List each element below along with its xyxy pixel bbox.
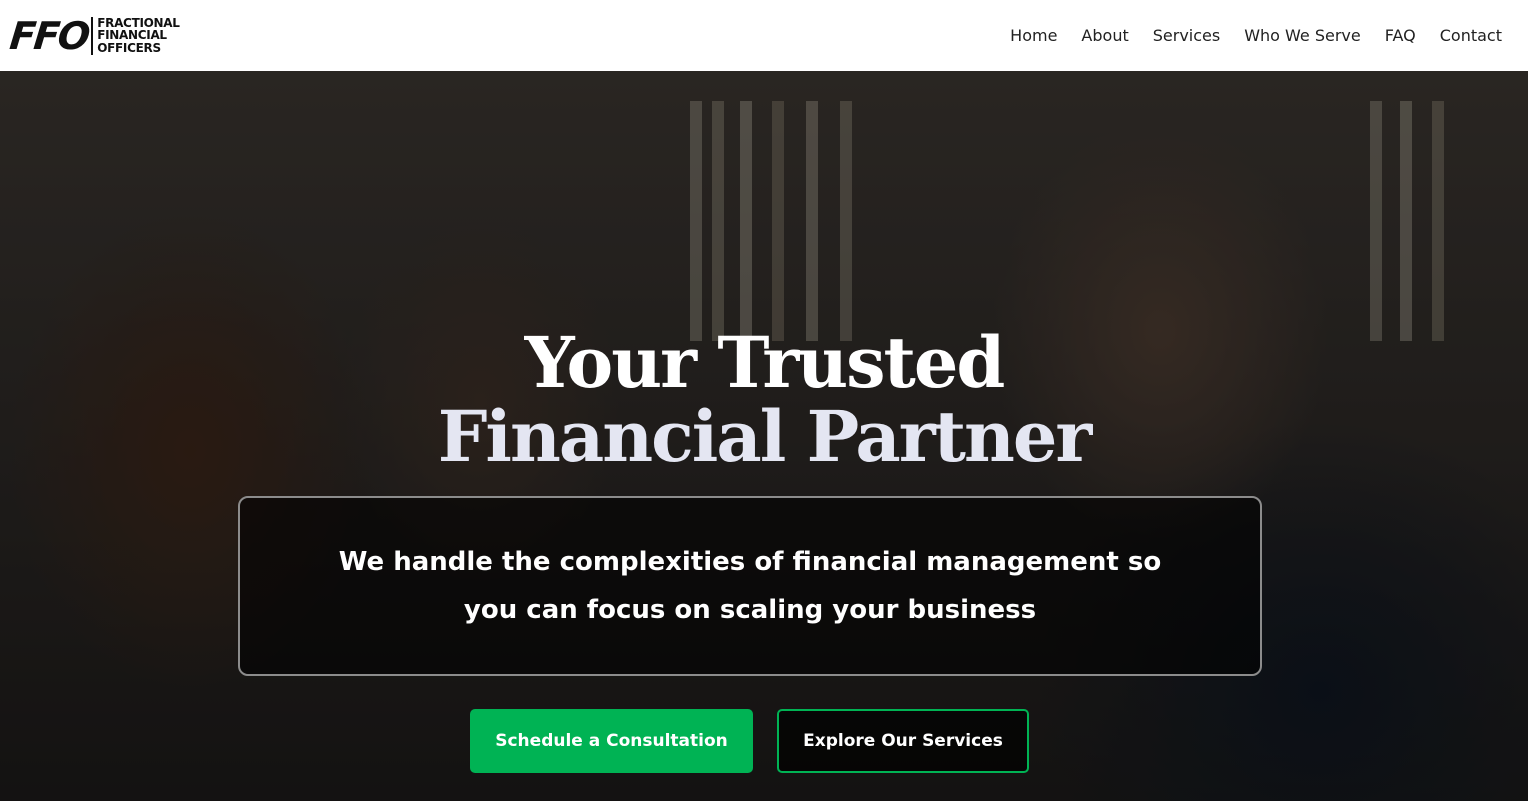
logo-mark: FFO bbox=[7, 13, 91, 58]
nav-contact[interactable]: Contact bbox=[1440, 26, 1502, 45]
nav-about[interactable]: About bbox=[1081, 26, 1128, 45]
nav-home[interactable]: Home bbox=[1010, 26, 1057, 45]
hero-title-line-2: Financial Partner bbox=[437, 395, 1093, 478]
tagline-box: We handle the complexities of financial … bbox=[238, 496, 1262, 676]
site-logo[interactable]: FFO FRACTIONAL FINANCIAL OFFICERS bbox=[7, 13, 180, 58]
nav-who-we-serve[interactable]: Who We Serve bbox=[1244, 26, 1361, 45]
nav-faq[interactable]: FAQ bbox=[1385, 26, 1416, 45]
logo-divider bbox=[91, 16, 94, 55]
nav-services[interactable]: Services bbox=[1153, 26, 1220, 45]
main-nav: Home About Services Who We Serve FAQ Con… bbox=[1010, 26, 1502, 45]
hero-section: Your Trusted Financial Partner We handle… bbox=[0, 71, 1528, 801]
hero-title-line-1: Your Trusted bbox=[524, 321, 1006, 404]
site-header: FFO FRACTIONAL FINANCIAL OFFICERS Home A… bbox=[0, 0, 1528, 71]
logo-word-3: OFFICERS bbox=[97, 40, 161, 55]
schedule-consultation-button[interactable]: Schedule a Consultation bbox=[470, 709, 753, 773]
logo-wordmark: FRACTIONAL FINANCIAL OFFICERS bbox=[97, 17, 180, 55]
hero-tagline: We handle the complexities of financial … bbox=[338, 547, 1162, 625]
explore-services-button[interactable]: Explore Our Services bbox=[777, 709, 1029, 773]
logo-word-2: FINANCIAL bbox=[97, 28, 167, 43]
